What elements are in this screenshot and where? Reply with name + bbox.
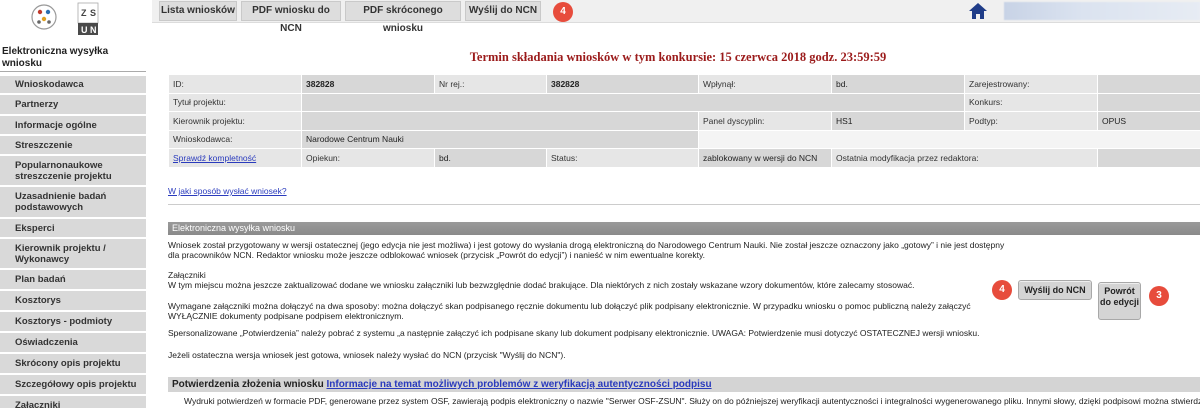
status-value: zablokowany w wersji do NCN (698, 148, 832, 168)
sidebar-item-informacje-ogolne[interactable]: Informacje ogólne (0, 116, 146, 136)
sidebar-title: Elektroniczna wysyłka wniosku (2, 46, 109, 69)
deadline-text: Termin składania wniosków w tym konkursi… (469, 50, 887, 64)
signature-problems-link[interactable]: Informacje na temat możliwych problemów … (326, 379, 711, 390)
wnioskodawca-label: Wnioskodawca: (168, 129, 302, 149)
panel-label: Panel dyscyplin: (698, 111, 832, 131)
tab-pdf-skroconego[interactable]: PDF skróconego wniosku (345, 1, 461, 34)
sidebar-item-skrocony-opis[interactable]: Skrócony opis projektu (0, 354, 146, 375)
tytul-label: Tytuł projektu: (168, 92, 302, 112)
sidebar-item-kosztorys[interactable]: Kosztorys (0, 291, 146, 312)
id-value: 382828 (301, 74, 435, 94)
sidebar-item-kosztorys-podmioty[interactable]: Kosztorys - podmioty (0, 312, 146, 333)
para-zalaczniki: W tym miejscu można jeszcze zaktualizowa… (168, 280, 915, 290)
application-info-table: ID: 382828 Nr rej.: 382828 Wpłynął: bd. … (168, 74, 1200, 168)
sidebar-item-szczegolowy-opis[interactable]: Szczegółowy opis projektu (0, 375, 146, 396)
para-status: Wniosek został przygotowany w wersji ost… (168, 240, 1005, 260)
svg-text:Z: Z (81, 8, 87, 18)
confirm-description: Wydruki potwierdzeń w formacie PDF, gene… (184, 396, 1200, 406)
sidebar: Elektroniczna wysyłka wniosku Wnioskodaw… (0, 38, 146, 408)
top-toolbar: Lista wniosków PDF wniosku do NCN PDF sk… (0, 0, 1200, 34)
para-sposoby: Wymagane załączniki można dołączyć na dw… (168, 301, 971, 321)
home-icon[interactable] (968, 2, 988, 20)
tab-pdf-wniosku[interactable]: PDF wniosku do NCN (241, 1, 341, 34)
opiekun-label: Opiekun: (301, 148, 435, 168)
empty-cell (698, 129, 1200, 149)
wplynal-label: Wpłynął: (698, 74, 832, 94)
konkurs-label: Konkurs: (964, 92, 1098, 112)
opiekun-value: bd. (434, 148, 547, 168)
svg-text:N: N (90, 25, 97, 35)
divider (168, 204, 1200, 205)
sidebar-divider (0, 71, 146, 72)
sidebar-item-uzasadnienie[interactable]: Uzasadnienie badań podstawowych (0, 187, 146, 219)
back-to-edit-button[interactable]: Powrót do edycji (1098, 282, 1141, 320)
modyfikacja-value (1097, 148, 1200, 168)
back-step-badge: 3 (1149, 286, 1169, 306)
zsun-logo: Z S U N (77, 2, 99, 35)
zarejestrowany-label: Zarejestrowany: (964, 74, 1098, 94)
logo-area: Z S U N (0, 0, 152, 38)
tab-step-badge: 4 (553, 2, 573, 22)
wnioskodawca-value: Narodowe Centrum Nauki (301, 129, 699, 149)
send-to-ncn-button[interactable]: Wyślij do NCN (1018, 280, 1092, 300)
sidebar-menu: Wnioskodawca Partnerzy Informacje ogólne… (0, 76, 146, 408)
tab-lista-wnioskow[interactable]: Lista wniosków (159, 1, 237, 21)
zarejestrowany-value (1097, 74, 1200, 94)
sidebar-item-zalaczniki[interactable]: Załączniki (0, 396, 146, 408)
main-content: Termin składania wniosków w tym konkursi… (156, 38, 1200, 408)
sidebar-item-streszczenie[interactable]: Streszczenie (0, 136, 146, 156)
sprawdz-kompletnosc-link[interactable]: Sprawdź kompletność (173, 153, 256, 163)
kierownik-label: Kierownik projektu: (168, 111, 302, 131)
para-wyslij-info: Jeżeli ostateczna wersja wniosek jest go… (168, 350, 566, 360)
sidebar-item-popularnonaukowe[interactable]: Popularnonaukowe streszczenie projektu (0, 156, 146, 187)
sprawdz-cell: Sprawdź kompletność (168, 148, 302, 168)
status-label: Status: (546, 148, 699, 168)
svg-text:U: U (81, 25, 88, 35)
kierownik-value (301, 111, 699, 131)
howto-link[interactable]: W jaki sposób wysłać wniosek? (168, 186, 287, 196)
send-step-badge: 4 (992, 280, 1012, 300)
confirm-section-header: Potwierdzenia złożenia wniosku Informacj… (168, 377, 1200, 392)
tytul-value (301, 92, 965, 112)
nr-rej-value: 382828 (546, 74, 699, 94)
modyfikacja-label: Ostatnia modyfikacja przez redaktora: (831, 148, 1098, 168)
sidebar-item-wnioskodawca[interactable]: Wnioskodawca (0, 76, 146, 95)
sidebar-item-eksperci[interactable]: Eksperci (0, 219, 146, 239)
wplynal-value: bd. (831, 74, 965, 94)
section-header: Elektroniczna wysyłka wniosku (168, 222, 1200, 235)
sidebar-item-kierownik[interactable]: Kierownik projektu / Wykonawcy (0, 239, 146, 270)
sidebar-item-partnerzy[interactable]: Partnerzy (0, 95, 146, 116)
podtyp-value: OPUS (1097, 111, 1200, 131)
id-label: ID: (168, 74, 302, 94)
para-zalaczniki-title: Załączniki (168, 270, 206, 280)
panel-value: HS1 (831, 111, 965, 131)
nr-rej-label: Nr rej.: (434, 74, 547, 94)
para-potwierdzenia: Spersonalizowane „Potwierdzenia” należy … (168, 328, 980, 338)
user-info-field (1004, 2, 1200, 20)
sidebar-item-oswiadczenia[interactable]: Oświadczenia (0, 333, 146, 354)
tab-wyslij-do-ncn[interactable]: Wyślij do NCN (465, 1, 541, 21)
ncn-logo (31, 4, 57, 30)
confirm-title: Potwierdzenia złożenia wniosku (172, 379, 324, 390)
sidebar-item-plan-badan[interactable]: Plan badań (0, 270, 146, 291)
svg-text:S: S (90, 8, 96, 18)
konkurs-value (1097, 92, 1200, 112)
podtyp-label: Podtyp: (964, 111, 1098, 131)
